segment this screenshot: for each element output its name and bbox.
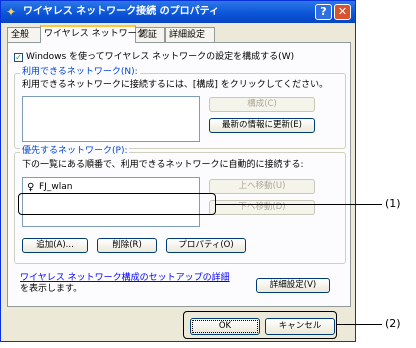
advanced-settings-button[interactable]: 詳細設定(V) (256, 278, 330, 293)
remove-button[interactable]: 削除(R) (97, 238, 157, 253)
tab-general[interactable]: 全般 (7, 27, 41, 42)
available-networks-description: 利用できるネットワークに接続するには、[構成] をクリックしてください。 (22, 80, 329, 90)
tab-advanced[interactable]: 詳細設定 (165, 27, 215, 42)
configure-button[interactable]: 構成(C) (209, 97, 315, 112)
close-button[interactable]: ✕ (334, 4, 351, 20)
callout-box-1 (18, 193, 216, 215)
available-networks-label: 利用できるネットワーク(N): (20, 67, 140, 78)
callout-line-2 (337, 324, 382, 325)
callout-line-1 (216, 204, 382, 205)
properties-dialog: ✦ ワイヤレス ネットワーク接続 のプロパティ ? ✕ 全般 ワイヤレス ネット… (0, 0, 356, 342)
refresh-button[interactable]: 最新の情報に更新(E) (209, 118, 315, 133)
preferred-networks-label: 優先するネットワーク(P): (20, 146, 130, 157)
use-windows-label[interactable]: Windows を使ってワイヤレス ネットワークの設定を構成する(W) (26, 52, 294, 63)
setup-details-link[interactable]: ワイヤレス ネットワーク構成のセットアップの詳細 (20, 273, 230, 284)
window-title: ワイヤレス ネットワーク接続 のプロパティ (23, 6, 220, 17)
use-windows-checkbox[interactable]: ✓ (14, 53, 23, 62)
available-networks-list[interactable] (22, 96, 200, 142)
tab-panel: ✓ Windows を使ってワイヤレス ネットワークの設定を構成する(W) 利用… (7, 42, 351, 307)
move-up-button[interactable]: 上へ移動(U) (209, 179, 315, 194)
preferred-networks-description: 下の一覧にある順番で、利用できるネットワークに自動的に接続する: (22, 160, 304, 170)
callout-box-2 (183, 311, 337, 339)
help-button[interactable]: ? (315, 4, 332, 20)
callout-label-1: (1) (385, 197, 401, 210)
setup-details-text: を表示します。 (20, 284, 83, 294)
title-bar[interactable]: ✦ ワイヤレス ネットワーク接続 のプロパティ ? ✕ (1, 1, 355, 23)
move-down-button[interactable]: 下へ移動(D) (209, 200, 315, 215)
add-button[interactable]: 追加(A)... (22, 238, 88, 253)
network-connection-icon: ✦ (6, 5, 17, 19)
callout-label-2: (2) (385, 317, 401, 330)
tab-wireless-networks[interactable]: ワイヤレス ネットワーク (40, 25, 146, 43)
network-name: FJ_wlan (39, 182, 73, 192)
properties-button[interactable]: プロパティ(O) (166, 238, 246, 253)
